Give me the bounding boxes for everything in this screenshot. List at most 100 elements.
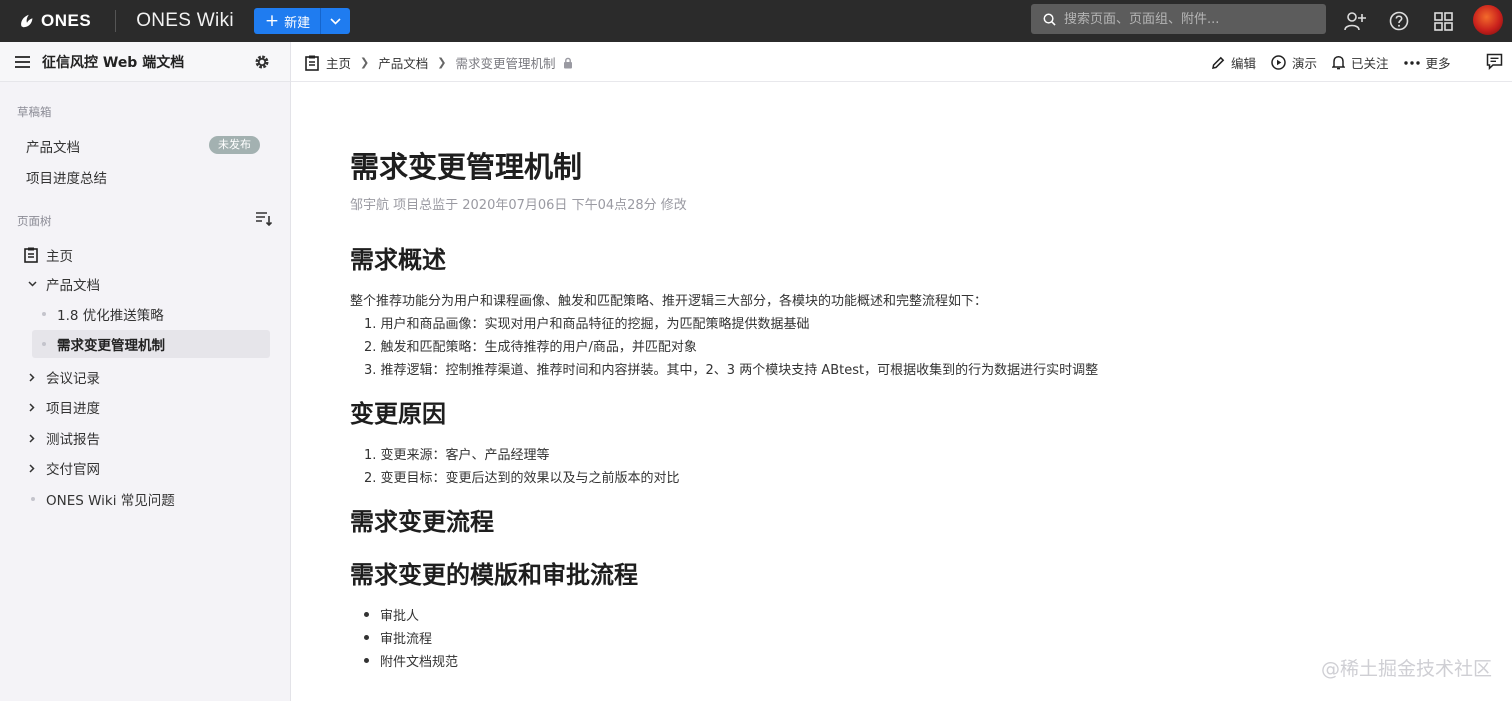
search-input[interactable] [1064,11,1314,27]
breadcrumb-home[interactable]: 主页 [326,53,351,72]
tree-item-change-management[interactable]: 需求变更管理机制 [42,331,165,357]
breadcrumb: 主页 ❯ 产品文档 ❯ 需求变更管理机制 [305,53,573,72]
bullet-dot-icon [364,635,369,640]
draft-item-product-doc[interactable]: 产品文档 [26,136,80,156]
ones-logo[interactable]: ONES [18,11,91,31]
ordered-list-item: 1. 用户和商品画像：实现对用户和商品特征的挖掘，为匹配策略提供数据基础 [364,317,810,332]
search-box [1031,4,1326,34]
bullet-list-item: 审批流程 [364,628,432,647]
document-title: 需求变更管理机制 [350,150,583,184]
breadcrumb-current-page: 需求变更管理机制 [455,56,556,71]
tree-item-label: 产品文档 [46,278,100,294]
tree-item-push-strategy[interactable]: 1.8 优化推送策略 [42,301,164,327]
draft-item-progress-summary[interactable]: 项目进度总结 [26,167,107,187]
bullet-dot-icon [364,658,369,663]
drafts-section-label: 草稿箱 [17,105,52,119]
edit-button-label: 编辑 [1231,56,1257,71]
ordered-list-item: 2. 触发和匹配策略：生成待推荐的用户/商品，并匹配对象 [364,340,697,355]
topbar-divider [115,10,117,32]
chevron-down-icon [330,17,341,25]
section-heading-overview: 需求概述 [350,246,446,274]
comment-icon[interactable] [1486,53,1503,70]
bullet-dot-icon [42,342,46,346]
more-button-label: 更多 [1425,56,1451,71]
tree-item-test-report[interactable]: 测试报告 [24,425,100,451]
section-intro-paragraph: 整个推荐功能分为用户和课程画像、触发和匹配策略、推开逻辑三大部分，各模块的功能概… [350,294,988,309]
breadcrumb-separator-icon: ❯ [437,56,447,69]
tree-item-faq[interactable]: ONES Wiki 常见问题 [31,486,175,512]
sidebar: 征信风控 Web 端文档 草稿箱 产品文档 未发布 项目进度总结 页面树 主页 … [0,42,291,701]
unpublished-badge: 未发布 [209,136,260,154]
tree-item-project-progress[interactable]: 项目进度 [24,394,100,420]
top-bar: ONES ONES Wiki + 新建 [0,0,1512,42]
topbar-icons [1342,8,1474,34]
breadcrumb-separator-icon: ❯ [360,56,370,69]
tree-item-label: 会议记录 [46,371,100,387]
tree-item-product-doc[interactable]: 产品文档 [24,271,100,297]
tree-item-label: 测试报告 [46,432,100,448]
add-member-button[interactable] [1342,8,1368,34]
tree-item-meeting-notes[interactable]: 会议记录 [24,364,100,390]
settings-gear-icon[interactable] [254,54,270,70]
new-dropdown-button[interactable] [320,8,350,34]
tree-item-label: 交付官网 [46,462,100,478]
bullet-list-item-text: 审批流程 [380,632,433,647]
play-icon [1271,55,1286,70]
bell-icon [1332,56,1346,70]
lock-icon [564,57,573,68]
bullet-list-item-text: 附件文档规范 [380,655,459,670]
help-button[interactable] [1386,8,1412,34]
bullet-list-item: 附件文档规范 [364,651,458,670]
ones-logo-icon [21,14,33,28]
bullet-list-item: 审批人 [364,605,419,624]
page-icon [305,55,319,71]
apps-button[interactable] [1430,8,1456,34]
tree-item-label: 1.8 优化推送策略 [57,308,164,324]
grid-icon [1433,11,1453,31]
edit-button[interactable]: 编辑 [1211,53,1256,72]
menu-icon[interactable] [15,55,30,68]
tree-item-label: 需求变更管理机制 [57,338,165,354]
new-button-group: + 新建 [253,8,351,34]
tree-item-home[interactable]: 主页 [24,242,73,268]
chevron-right-icon[interactable] [24,402,40,412]
breadcrumb-product-doc[interactable]: 产品文档 [378,53,428,72]
pencil-icon [1212,56,1225,69]
bullet-list-item-text: 审批人 [380,609,420,624]
page-tree-section-label: 页面树 [17,214,52,228]
tree-item-label: 主页 [46,249,73,265]
app-title[interactable]: ONES Wiki [136,10,234,32]
bullet-dot-icon [42,312,46,316]
plus-icon: + [264,10,280,31]
new-button[interactable]: + 新建 [254,8,320,34]
present-button-label: 演示 [1292,56,1318,71]
section-heading-reason: 变更原因 [350,400,446,428]
sort-tree-icon[interactable] [256,212,272,226]
search-icon [1043,13,1056,26]
chevron-right-icon[interactable] [24,433,40,443]
space-title[interactable]: 征信风控 Web 端文档 [42,52,184,72]
new-button-label: 新建 [284,15,311,31]
follow-button-label: 已关注 [1351,56,1389,71]
content-header: 主页 ❯ 产品文档 ❯ 需求变更管理机制 编辑 演示 已关注 更多 [291,42,1512,82]
ordered-list-item: 1. 变更来源：客户、产品经理等 [364,448,550,463]
follow-button[interactable]: 已关注 [1332,53,1389,72]
help-icon [1389,11,1409,31]
tree-item-delivery-site[interactable]: 交付官网 [24,455,100,481]
chevron-right-icon[interactable] [24,372,40,382]
more-button[interactable]: 更多 [1403,53,1451,72]
add-user-icon [1344,12,1366,31]
chevron-down-icon[interactable] [24,281,40,287]
ordered-list-item: 3. 推荐逻辑：控制推荐渠道、推荐时间和内容拼装。其中，2、3 两个模块支持 A… [364,363,1099,378]
section-heading-process: 需求变更流程 [350,508,494,536]
chevron-right-icon[interactable] [24,463,40,473]
tree-item-label: 项目进度 [46,401,100,417]
document-meta: 邹宇航 项目总监于 2020年07月06日 下午04点28分 修改 [350,198,687,213]
watermark: @稀土掘金技术社区 [1320,658,1492,680]
bullet-dot-icon [31,497,35,501]
page-actions: 编辑 演示 已关注 更多 [1211,53,1466,72]
tree-item-label: ONES Wiki 常见问题 [46,493,175,509]
more-dots-icon [1403,60,1420,65]
user-avatar[interactable] [1473,5,1503,35]
present-button[interactable]: 演示 [1271,53,1317,72]
